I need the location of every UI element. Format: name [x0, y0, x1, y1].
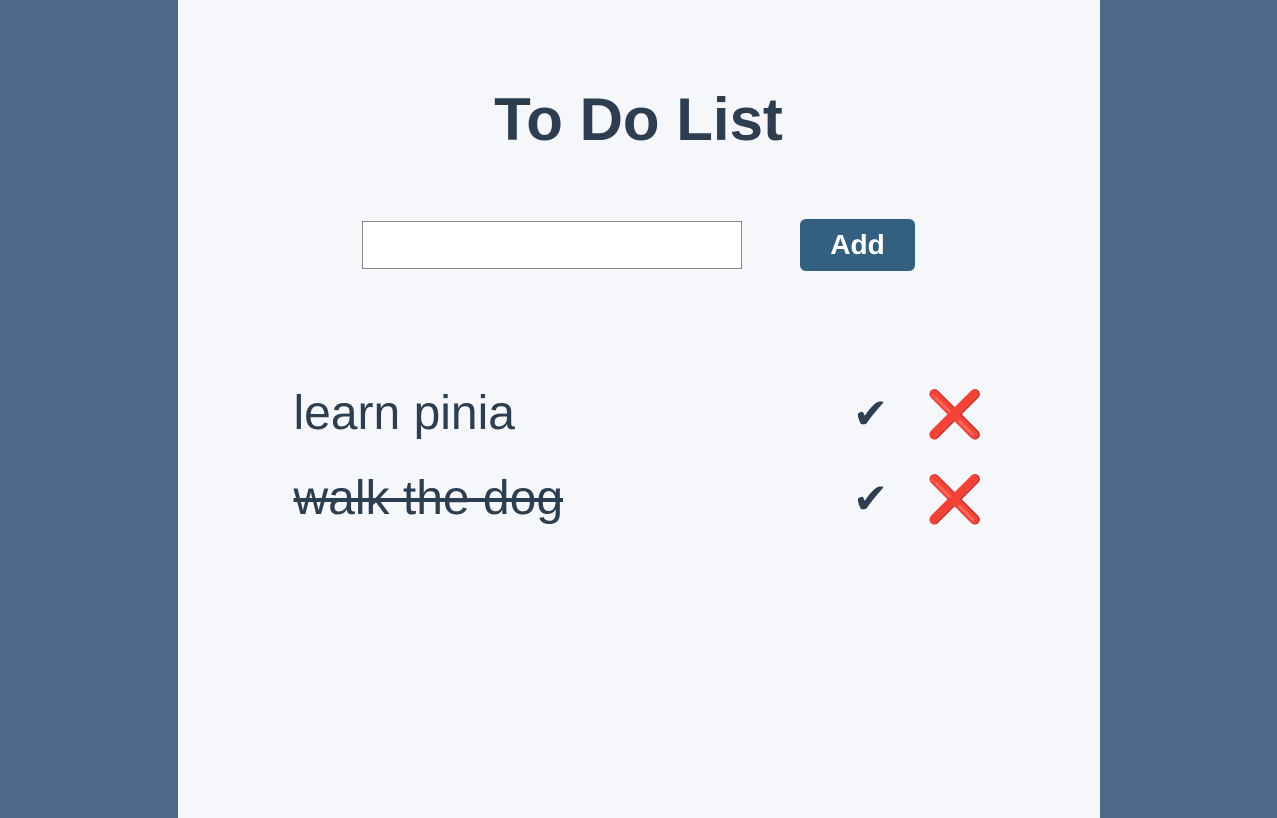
new-item-input[interactable]: [362, 221, 742, 269]
page-title: To Do List: [178, 85, 1100, 154]
todo-card: To Do List Add learn pinia ✔ ❌ walk the …: [178, 0, 1100, 818]
item-text: walk the dog: [294, 471, 564, 526]
add-button[interactable]: Add: [800, 219, 914, 271]
list-item: learn pinia ✔ ❌: [294, 386, 984, 441]
todo-list: learn pinia ✔ ❌ walk the dog ✔ ❌: [294, 386, 984, 526]
cross-icon[interactable]: ❌: [926, 476, 983, 522]
item-actions: ✔ ❌: [853, 476, 983, 522]
item-actions: ✔ ❌: [853, 391, 983, 437]
check-icon[interactable]: ✔: [853, 393, 888, 435]
add-form: Add: [178, 219, 1100, 271]
cross-icon[interactable]: ❌: [926, 391, 983, 437]
check-icon[interactable]: ✔: [853, 478, 888, 520]
list-item: walk the dog ✔ ❌: [294, 471, 984, 526]
item-text: learn pinia: [294, 386, 515, 441]
